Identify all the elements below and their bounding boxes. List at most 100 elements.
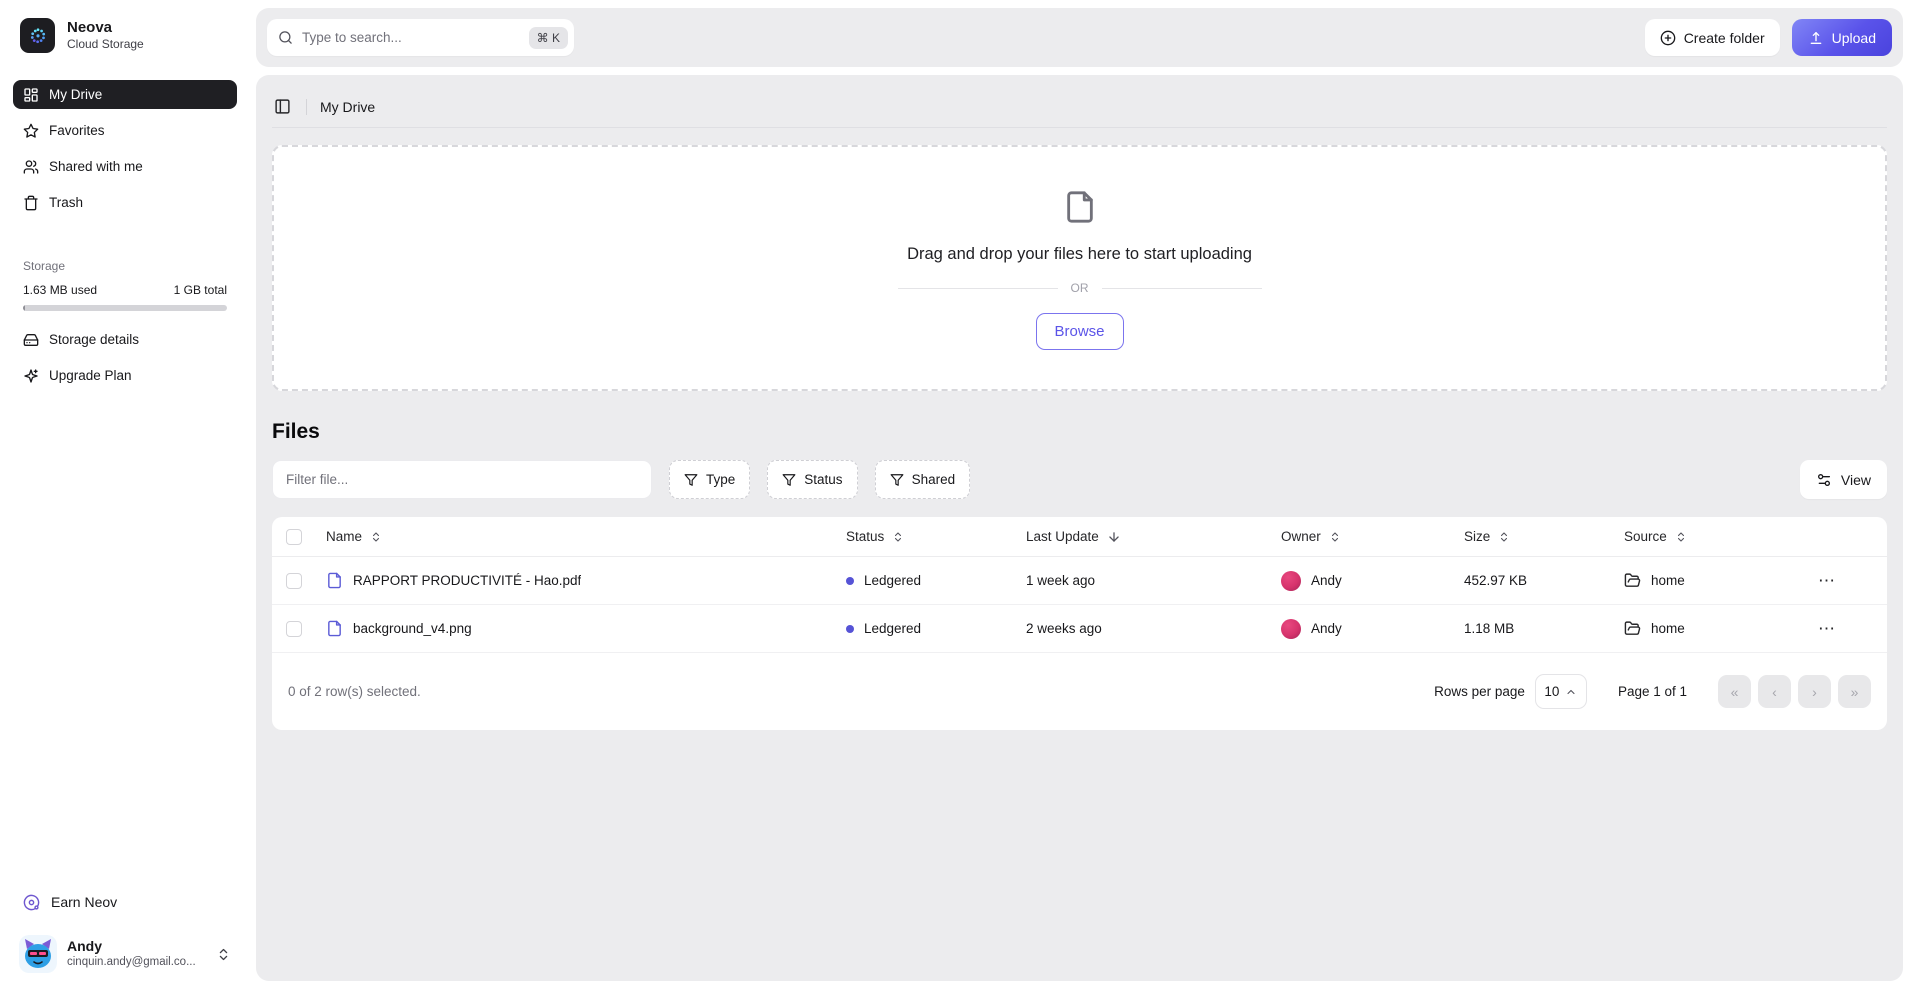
separator-line: [898, 288, 1058, 289]
row-actions-button[interactable]: ⋯: [1792, 571, 1887, 591]
column-header-size[interactable]: Size: [1450, 529, 1610, 544]
sidebar-item-upgrade-plan[interactable]: Upgrade Plan: [13, 361, 237, 390]
browse-button[interactable]: Browse: [1036, 313, 1124, 350]
earn-neov-link[interactable]: Earn Neov: [13, 887, 237, 917]
page-indicator: Page 1 of 1: [1618, 684, 1687, 699]
filter-status-button[interactable]: Status: [767, 460, 857, 499]
column-label: Last Update: [1026, 529, 1099, 544]
storage-section-label: Storage: [13, 259, 237, 273]
column-label: Size: [1464, 529, 1490, 544]
earn-neov-label: Earn Neov: [51, 894, 117, 910]
sidebar-item-label: Favorites: [49, 123, 105, 138]
row-select-cell: [272, 573, 312, 589]
last-update-cell: 2 weeks ago: [1012, 621, 1267, 636]
row-checkbox[interactable]: [286, 573, 302, 589]
upload-icon: [1808, 30, 1824, 46]
owner-avatar: [1281, 619, 1301, 639]
main: ⌘ K Create folder Upload My Drive: [250, 0, 1918, 989]
sort-chevrons-icon: [1498, 531, 1510, 543]
breadcrumb: My Drive: [320, 99, 375, 115]
user-menu[interactable]: Andy cinquin.andy@gmail.co...: [13, 933, 237, 975]
sparkles-icon: [23, 368, 39, 384]
status-cell: Ledgered: [832, 573, 1012, 588]
sidebar-spacer: [13, 390, 237, 887]
folder-open-icon: [1624, 572, 1641, 589]
owner-cell: Andy: [1267, 619, 1450, 639]
row-actions-button[interactable]: ⋯: [1792, 619, 1887, 639]
users-icon: [23, 159, 39, 175]
file-icon: [326, 570, 343, 591]
filter-label: Status: [804, 472, 842, 487]
status-badge: Ledgered: [864, 573, 921, 588]
filter-shared-button[interactable]: Shared: [875, 460, 971, 499]
chevron-up-icon: [1565, 686, 1577, 698]
sidebar-item-label: Shared with me: [49, 159, 143, 174]
owner-cell: Andy: [1267, 571, 1450, 591]
column-header-owner[interactable]: Owner: [1267, 529, 1450, 544]
filter-label: Type: [706, 472, 735, 487]
upload-dropzone[interactable]: Drag and drop your files here to start u…: [272, 145, 1887, 391]
content-panel: My Drive Drag and drop your files here t…: [256, 75, 1903, 981]
sidebar-item-shared-with-me[interactable]: Shared with me: [13, 152, 237, 181]
search-icon: [278, 30, 293, 45]
select-all-checkbox[interactable]: [286, 529, 302, 545]
view-options-button[interactable]: View: [1800, 460, 1887, 499]
row-checkbox[interactable]: [286, 621, 302, 637]
selection-summary: 0 of 2 row(s) selected.: [288, 684, 421, 699]
table-row[interactable]: RAPPORT PRODUCTIVITÉ - Hao.pdf Ledgered …: [272, 557, 1887, 605]
sidebar-item-storage-details[interactable]: Storage details: [13, 325, 237, 354]
column-header-source[interactable]: Source: [1610, 529, 1792, 544]
rows-per-page-value: 10: [1544, 684, 1559, 699]
last-update-cell: 1 week ago: [1012, 573, 1267, 588]
storage-usage: 1.63 MB used 1 GB total: [13, 283, 237, 297]
next-page-button[interactable]: ›: [1798, 675, 1831, 708]
brand: Neova Cloud Storage: [13, 18, 237, 53]
storage-progress-bar: [23, 305, 227, 311]
or-label: OR: [1071, 281, 1089, 295]
filter-type-button[interactable]: Type: [669, 460, 750, 499]
size-cell: 452.97 KB: [1450, 573, 1610, 588]
owner-name: Andy: [1311, 573, 1342, 588]
create-folder-button[interactable]: Create folder: [1645, 19, 1780, 56]
sidebar-item-trash[interactable]: Trash: [13, 188, 237, 217]
column-header-status[interactable]: Status: [832, 529, 1012, 544]
trash-icon: [23, 195, 39, 211]
file-name-cell: background_v4.png: [312, 618, 832, 639]
column-label: Source: [1624, 529, 1667, 544]
sidebar-nav: My Drive Favorites Shared with me Trash: [13, 80, 237, 217]
sidebar-item-label: Trash: [49, 195, 83, 210]
search-input[interactable]: [302, 30, 520, 45]
rows-per-page-label: Rows per page: [1434, 684, 1525, 699]
sidebar-item-my-drive[interactable]: My Drive: [13, 80, 237, 109]
sidebar-item-label: Storage details: [49, 332, 139, 347]
column-header-name[interactable]: Name: [312, 529, 832, 544]
sidebar-item-favorites[interactable]: Favorites: [13, 116, 237, 145]
create-folder-label: Create folder: [1684, 30, 1765, 46]
orbit-icon: [23, 894, 40, 911]
dropzone-title: Drag and drop your files here to start u…: [907, 245, 1252, 264]
status-cell: Ledgered: [832, 621, 1012, 636]
status-badge: Ledgered: [864, 621, 921, 636]
table-header-row: Name Status Last Update Owner: [272, 517, 1887, 557]
topbar: ⌘ K Create folder Upload: [256, 8, 1903, 67]
sidebar: Neova Cloud Storage My Drive Favorites S…: [0, 0, 250, 989]
column-header-last-update[interactable]: Last Update: [1012, 529, 1267, 544]
table-row[interactable]: background_v4.png Ledgered 2 weeks ago A…: [272, 605, 1887, 653]
sort-chevrons-icon: [370, 531, 382, 543]
sidebar-toggle-button[interactable]: [272, 96, 293, 117]
rows-per-page-select[interactable]: 10: [1535, 674, 1587, 709]
filter-file-input[interactable]: [272, 460, 652, 499]
app: Neova Cloud Storage My Drive Favorites S…: [0, 0, 1918, 989]
global-search[interactable]: ⌘ K: [267, 19, 574, 56]
panel-left-icon: [274, 98, 291, 115]
first-page-button[interactable]: «: [1718, 675, 1751, 708]
upload-button[interactable]: Upload: [1792, 19, 1892, 56]
last-page-button[interactable]: »: [1838, 675, 1871, 708]
file-name-cell: RAPPORT PRODUCTIVITÉ - Hao.pdf: [312, 570, 832, 591]
sliders-icon: [1816, 472, 1832, 488]
previous-page-button[interactable]: ‹: [1758, 675, 1791, 708]
column-label: Owner: [1281, 529, 1321, 544]
file-icon: [326, 618, 343, 639]
sidebar-item-label: My Drive: [49, 87, 102, 102]
separator-line: [1102, 288, 1262, 289]
